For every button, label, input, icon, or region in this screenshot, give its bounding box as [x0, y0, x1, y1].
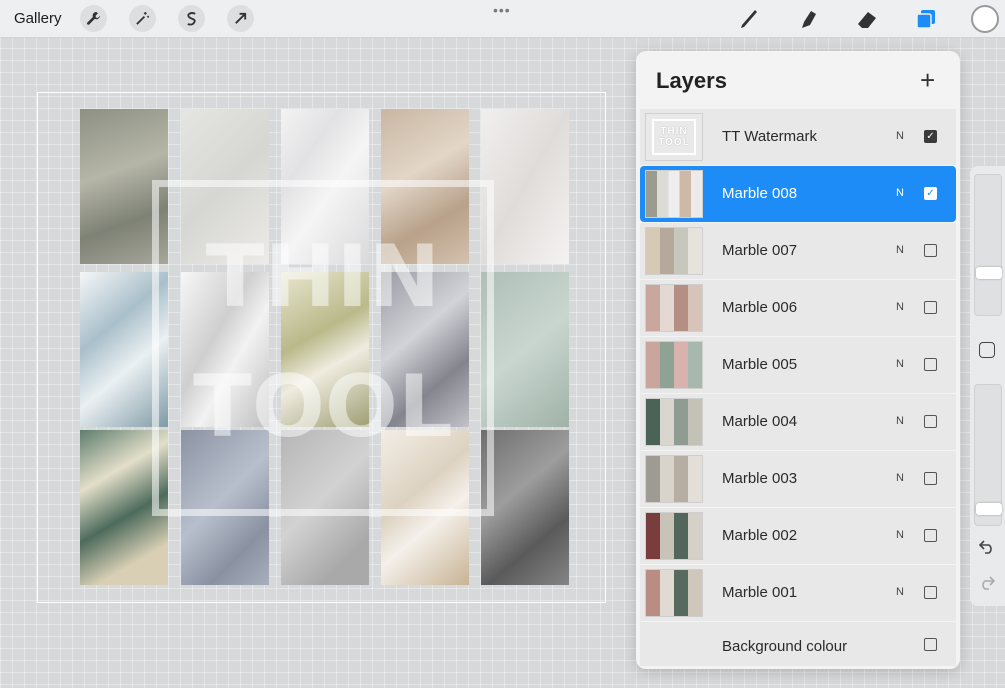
wrench-icon[interactable]	[80, 5, 107, 32]
layer-row-marble-006[interactable]: Marble 006 N	[640, 280, 956, 336]
modify-button[interactable]	[979, 342, 995, 358]
layer-row-marble-002[interactable]: Marble 002 N	[640, 508, 956, 564]
selection-icon[interactable]	[178, 5, 205, 32]
layer-row-background-colour[interactable]: Background colour	[640, 622, 956, 666]
layer-row-tt-watermark[interactable]: THIN TOOL TT Watermark N ✓	[640, 109, 956, 165]
visibility-checkbox[interactable]: ✓	[924, 187, 937, 200]
layer-name: Marble 003	[722, 470, 798, 487]
layer-thumbnail	[645, 284, 703, 332]
visibility-checkbox[interactable]	[924, 472, 937, 485]
top-toolbar: Gallery •••	[0, 0, 1005, 38]
thumb-logo-line1: THIN	[660, 126, 688, 137]
layer-thumbnail	[645, 455, 703, 503]
layer-name: Background colour	[722, 638, 848, 655]
add-layer-button[interactable]: +	[920, 65, 935, 96]
side-toolbar	[970, 166, 1005, 606]
marble-tile	[481, 272, 569, 427]
blend-mode-button[interactable]: N	[896, 130, 904, 142]
blend-mode-button[interactable]: N	[896, 358, 904, 370]
brush-icon[interactable]	[735, 5, 763, 33]
layers-icon[interactable]	[912, 5, 940, 33]
panel-title: Layers	[656, 68, 727, 93]
visibility-checkbox[interactable]	[924, 529, 937, 542]
layer-name: Marble 005	[722, 356, 798, 373]
layer-name: Marble 007	[722, 242, 798, 259]
undo-icon[interactable]	[978, 540, 995, 559]
layer-thumbnail	[645, 227, 703, 275]
brush-size-slider-thumb[interactable]	[976, 267, 1002, 279]
layer-thumbnail	[645, 569, 703, 617]
layer-thumbnail	[645, 398, 703, 446]
color-picker-button[interactable]	[971, 5, 999, 33]
thumb-logo-line2: TOOL	[658, 137, 690, 148]
visibility-checkbox[interactable]: ✓	[924, 130, 937, 143]
visibility-checkbox[interactable]	[924, 358, 937, 371]
layer-name: TT Watermark	[722, 128, 818, 145]
watermark-frame: THIN TOOL	[152, 180, 494, 516]
layer-row-marble-007[interactable]: Marble 007 N	[640, 223, 956, 279]
opacity-slider-thumb[interactable]	[976, 503, 1002, 515]
layer-name: Marble 006	[722, 299, 798, 316]
visibility-checkbox[interactable]	[924, 586, 937, 599]
layer-row-marble-001[interactable]: Marble 001 N	[640, 565, 956, 621]
watermark-text-line2: TOOL	[193, 357, 453, 457]
layer-thumbnail	[645, 341, 703, 389]
gallery-button[interactable]: Gallery	[14, 10, 62, 27]
layer-row-marble-004[interactable]: Marble 004 N	[640, 394, 956, 450]
visibility-checkbox[interactable]	[924, 415, 937, 428]
layer-row-marble-008[interactable]: Marble 008 N ✓	[640, 166, 956, 222]
opacity-slider[interactable]	[974, 384, 1002, 526]
blend-mode-button[interactable]: N	[896, 586, 904, 598]
blend-mode-button[interactable]: N	[896, 529, 904, 541]
brush-size-slider[interactable]	[974, 174, 1002, 316]
more-options-dots[interactable]: •••	[493, 2, 511, 18]
layer-name: Marble 001	[722, 584, 798, 601]
redo-icon[interactable]	[979, 576, 996, 595]
blend-mode-button[interactable]: N	[896, 472, 904, 484]
marble-tile	[481, 430, 569, 585]
layer-thumbnail	[645, 170, 703, 218]
smudge-icon[interactable]	[795, 5, 823, 33]
visibility-checkbox[interactable]	[924, 638, 937, 651]
layer-name: Marble 008	[722, 185, 798, 202]
transform-arrow-icon[interactable]	[227, 5, 254, 32]
eraser-icon[interactable]	[853, 5, 881, 33]
marble-tile	[481, 109, 569, 264]
blend-mode-button[interactable]: N	[896, 187, 904, 199]
blend-mode-button[interactable]: N	[896, 244, 904, 256]
watermark-text-line1: THIN	[205, 227, 441, 327]
blend-mode-button[interactable]: N	[896, 301, 904, 313]
layer-row-marble-005[interactable]: Marble 005 N	[640, 337, 956, 393]
layer-thumbnail	[645, 512, 703, 560]
magic-wand-icon[interactable]	[129, 5, 156, 32]
layer-name: Marble 004	[722, 413, 798, 430]
layers-panel: Layers + THIN TOOL TT Watermark N ✓ Marb…	[636, 51, 960, 669]
layer-row-marble-003[interactable]: Marble 003 N	[640, 451, 956, 507]
visibility-checkbox[interactable]	[924, 301, 937, 314]
layer-thumbnail: THIN TOOL	[645, 113, 703, 161]
blend-mode-button[interactable]: N	[896, 415, 904, 427]
visibility-checkbox[interactable]	[924, 244, 937, 257]
layer-name: Marble 002	[722, 527, 798, 544]
